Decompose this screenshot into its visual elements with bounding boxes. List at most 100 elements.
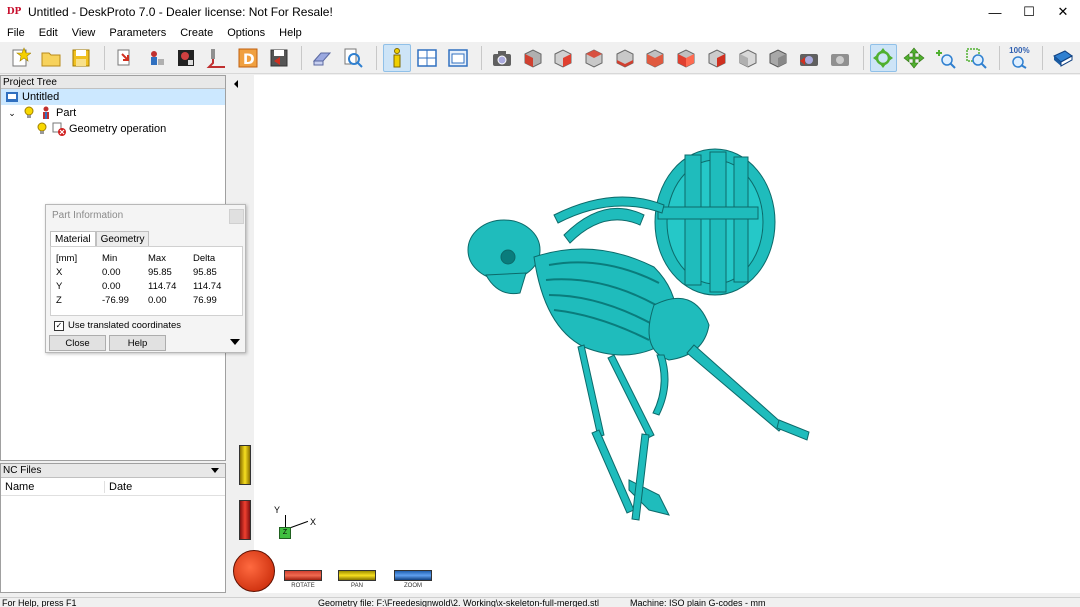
help-manual-button[interactable] — [1049, 44, 1077, 72]
table-cell: 95.85 — [148, 266, 172, 278]
close-button[interactable]: Close — [49, 335, 106, 351]
tab-geometry[interactable]: Geometry — [95, 231, 150, 246]
menu-edit[interactable]: Edit — [32, 27, 65, 39]
tree-item-part[interactable]: ⌄ Part — [1, 105, 225, 121]
shield-strap — [657, 206, 759, 220]
nc-files-pane: NC Files Name Date — [0, 463, 226, 593]
cube-iso-icon — [524, 48, 542, 68]
cube-back-icon — [585, 48, 603, 68]
view-right-button[interactable] — [642, 44, 670, 72]
view-front-button[interactable] — [549, 44, 577, 72]
window-title: Untitled - DeskProto 7.0 - Dealer licens… — [28, 5, 333, 19]
save-project-button[interactable] — [67, 44, 95, 72]
rotate-tool-button[interactable] — [869, 43, 898, 72]
tree-item-project[interactable]: Untitled — [1, 89, 225, 105]
toolbar-separator — [862, 45, 864, 70]
table-row: X 0.00 95.85 95.85 — [56, 265, 233, 279]
collapse-chevron-icon[interactable]: ⌄ — [5, 106, 19, 120]
save-disk-icon — [72, 49, 90, 66]
project-tree-header: Project Tree — [1, 76, 225, 89]
rotate-mode-button[interactable] — [284, 570, 322, 581]
view-shaded-cube-button[interactable] — [764, 44, 792, 72]
dimensions-panel: [mm] Min Max Delta X 0.00 95.85 95.85 Y … — [50, 246, 243, 316]
pan-arrows-icon — [903, 47, 925, 68]
menu-file[interactable]: File — [0, 27, 32, 39]
window-panel-button[interactable] — [444, 44, 472, 72]
menu-parameters[interactable]: Parameters — [102, 27, 173, 39]
column-header-name[interactable]: Name — [1, 480, 105, 493]
checkbox-checkmark-icon[interactable]: ✓ — [54, 320, 64, 331]
table-cell: 0.00 — [102, 266, 121, 278]
camera-previous-button[interactable] — [795, 44, 823, 72]
nc-files-header[interactable]: NC Files — [1, 464, 225, 478]
3d-viewport[interactable]: Y X Z — [254, 75, 1080, 593]
toolbar-separator — [375, 45, 377, 70]
lightbulb-icon[interactable] — [22, 106, 36, 120]
table-header-cell: Max — [148, 252, 166, 264]
table-cell: Z — [56, 294, 62, 306]
close-window-button[interactable]: ✕ — [1046, 0, 1080, 24]
menu-options[interactable]: Options — [220, 27, 272, 39]
help-button[interactable]: Help — [109, 335, 166, 351]
collapse-left-arrow-icon[interactable] — [234, 80, 238, 88]
dialog-title-bar[interactable]: Part Information — [46, 205, 245, 227]
axis-line — [290, 520, 309, 528]
deskproto-app-icon: DP — [6, 7, 22, 17]
dropdown-arrow-icon[interactable] — [211, 468, 219, 473]
view-gray-cube-button[interactable] — [734, 44, 762, 72]
erase-button[interactable] — [308, 44, 336, 72]
toolpath-button[interactable] — [203, 44, 231, 72]
view-left-button[interactable] — [611, 44, 639, 72]
simulation-button[interactable] — [339, 44, 367, 72]
leg-bone — [686, 344, 785, 432]
eraser-icon — [313, 52, 332, 65]
yellow-slider-handle[interactable] — [239, 445, 251, 485]
write-nc-button[interactable] — [265, 44, 293, 72]
red-slider-handle[interactable] — [239, 500, 251, 540]
rotate-mode-label: ROTATE — [291, 583, 315, 589]
dialog-close-icon[interactable] — [229, 209, 244, 224]
operation-parameters-button[interactable] — [173, 44, 201, 72]
view-top-button[interactable] — [672, 44, 700, 72]
menu-create[interactable]: Create — [173, 27, 220, 39]
translated-coords-checkbox[interactable]: ✓ Use translated coordinates — [54, 320, 181, 331]
lightbulb-icon[interactable] — [35, 122, 49, 136]
new-project-button[interactable] — [6, 44, 34, 72]
table-cell: 0.00 — [102, 280, 121, 292]
zoom-window-button[interactable] — [962, 44, 990, 72]
folder-icon — [41, 52, 61, 66]
tree-item-label: Untitled — [22, 91, 60, 103]
camera-view-button[interactable] — [488, 44, 516, 72]
menu-help[interactable]: Help — [272, 27, 309, 39]
tab-material[interactable]: Material — [50, 231, 96, 246]
maximize-button[interactable]: ☐ — [1012, 0, 1046, 24]
import-geometry-button[interactable] — [111, 44, 139, 72]
tree-item-geometry-operation[interactable]: Geometry operation — [1, 121, 225, 137]
skeleton-model-render[interactable] — [254, 75, 1080, 593]
design-button[interactable]: D — [234, 44, 262, 72]
axis-x-label: X — [310, 517, 317, 527]
part-parameters-button[interactable] — [142, 44, 170, 72]
view-back-button[interactable] — [580, 44, 608, 72]
minimize-button[interactable]: — — [978, 0, 1012, 24]
leg-bone — [607, 354, 655, 439]
column-header-date[interactable]: Date — [105, 481, 132, 493]
axis-line — [285, 515, 286, 527]
window-panel-icon — [448, 48, 468, 67]
pan-mode-button[interactable] — [338, 570, 376, 581]
open-project-button[interactable] — [37, 44, 65, 72]
view-bottom-button[interactable] — [703, 44, 731, 72]
zoom-100-button[interactable]: 100% — [1006, 44, 1034, 72]
view-iso-button[interactable] — [519, 44, 547, 72]
layout-button[interactable] — [414, 44, 442, 72]
pan-tool-button[interactable] — [900, 44, 928, 72]
toolbar-separator — [104, 45, 106, 70]
part-info-button[interactable] — [382, 43, 411, 72]
expand-arrow-icon[interactable] — [230, 339, 240, 345]
menu-view[interactable]: View — [65, 27, 103, 39]
camera-next-button[interactable] — [826, 44, 854, 72]
rotate-dial-icon[interactable] — [233, 550, 275, 592]
zoom-mode-button[interactable] — [394, 570, 432, 581]
menu-bar: File Edit View Parameters Create Options… — [0, 24, 1080, 42]
zoom-in-tool-button[interactable] — [931, 44, 959, 72]
